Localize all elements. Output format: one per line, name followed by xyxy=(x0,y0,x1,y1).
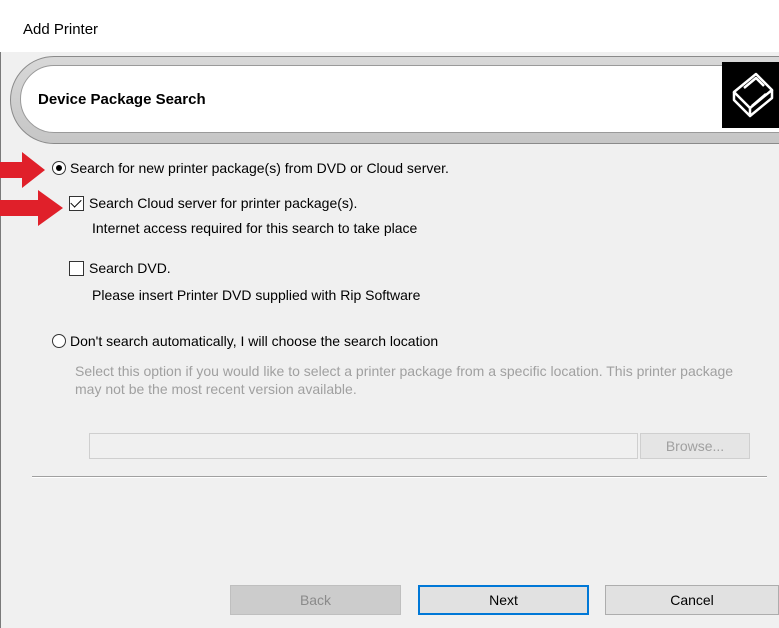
cloud-search-note: Internet access required for this search… xyxy=(92,220,418,236)
window-title: Add Printer xyxy=(23,21,99,38)
search-packages-radio[interactable]: Search for new printer package(s) from D… xyxy=(52,160,449,176)
page-title: Device Package Search xyxy=(38,91,206,108)
back-button[interactable]: Back xyxy=(230,585,401,615)
title-bar: Add Printer xyxy=(0,0,779,52)
manual-location-label: Don't search automatically, I will choos… xyxy=(70,333,439,349)
dvd-search-note: Please insert Printer DVD supplied with … xyxy=(92,287,421,303)
browse-button[interactable]: Browse... xyxy=(640,433,750,459)
next-button[interactable]: Next xyxy=(418,585,589,615)
dvd-search-checkbox[interactable]: Search DVD. xyxy=(69,260,171,276)
manual-location-description: Select this option if you would like to … xyxy=(75,363,734,397)
dvd-search-label: Search DVD. xyxy=(89,260,171,276)
radio-selected-icon[interactable] xyxy=(52,161,66,175)
annotation-arrow-icon xyxy=(0,190,63,226)
radio-unselected-icon[interactable] xyxy=(52,334,66,348)
manual-location-radio[interactable]: Don't search automatically, I will choos… xyxy=(52,333,438,349)
cloud-search-checkbox[interactable]: Search Cloud server for printer package(… xyxy=(69,195,357,211)
location-path-input[interactable] xyxy=(89,433,638,459)
checkbox-unchecked-icon[interactable] xyxy=(69,260,84,276)
checkbox-checked-icon[interactable] xyxy=(69,195,84,211)
search-packages-label: Search for new printer package(s) from D… xyxy=(70,160,449,176)
printer-icon xyxy=(722,62,779,128)
divider xyxy=(32,476,767,478)
cloud-search-label: Search Cloud server for printer package(… xyxy=(89,195,358,211)
cancel-button[interactable]: Cancel xyxy=(605,585,779,615)
annotation-arrow-icon xyxy=(0,152,45,188)
